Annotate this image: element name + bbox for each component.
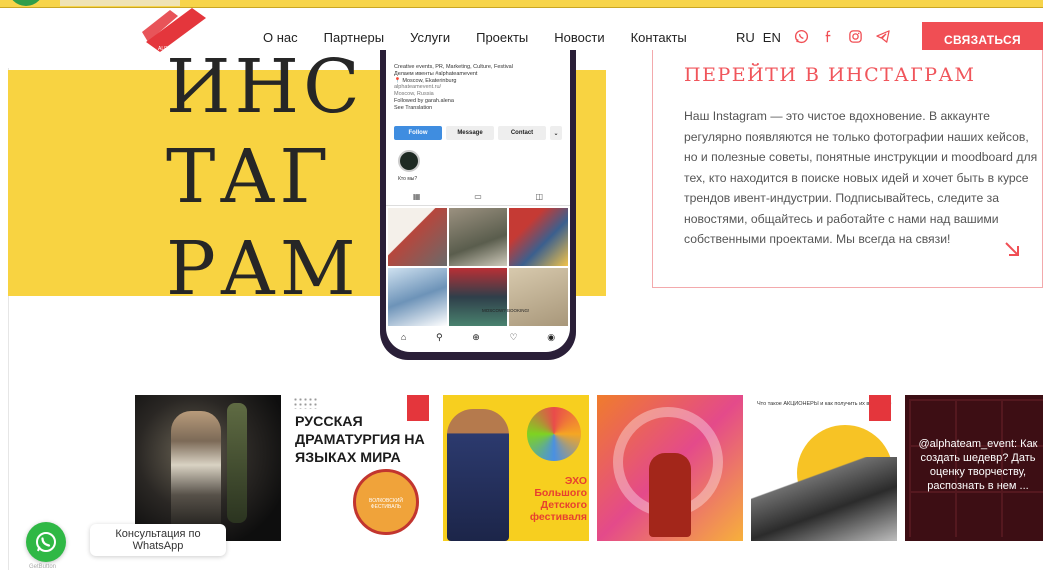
hover-caption: @alphateam_event: Как создать шедевр? Да…	[918, 438, 1038, 492]
bio-line: See Translation	[394, 104, 433, 111]
reels-tab-icon: ▭	[474, 192, 482, 201]
contact-profile-button: Contact	[498, 126, 546, 140]
gallery-tile-drama[interactable]: РУССКАЯ ДРАМАТУРГИЯ НА ЯЗЫКАХ МИРА ВОЛКО…	[289, 395, 435, 541]
gallery-tile-shareholders[interactable]: Что такое АКЦИОНЕРЫ и как получить их вн…	[751, 395, 897, 541]
phone-screen: Creative events, PR, Marketing, Culture,…	[386, 50, 570, 352]
story-highlight	[398, 150, 420, 172]
collage-image	[751, 457, 897, 541]
tile-heading: РУССКАЯ ДРАМАТУРГИЯ НА ЯЗЫКАХ МИРА	[295, 414, 425, 466]
gallery-tile-art[interactable]	[597, 395, 743, 541]
nav-projects[interactable]: Проекты	[476, 30, 528, 45]
lang-en[interactable]: EN	[763, 30, 781, 45]
nav-services[interactable]: Услуги	[410, 30, 450, 45]
host-figure	[447, 409, 509, 541]
profile-buttons: Follow Message Contact ⌄	[394, 126, 562, 140]
figure-silhouette	[649, 453, 691, 537]
bio-line: Moscow, Russia	[394, 91, 434, 98]
dropdown-button: ⌄	[550, 126, 562, 140]
social-links	[793, 28, 891, 45]
post-thumbnail	[448, 268, 508, 326]
big-word-line-3: РАМ	[166, 226, 360, 312]
tile-heading: ЭХО Большого Детского фестиваля	[529, 475, 587, 523]
story-label: Кто мы?	[398, 176, 418, 182]
festival-emblem: ВОЛКОВСКИЙ ФЕСТИВАЛЬ	[353, 469, 419, 535]
profile-tabs: ▦ ▭ ◫	[386, 192, 570, 206]
language-switcher: RU EN	[736, 30, 781, 45]
nav-news[interactable]: Новости	[554, 30, 604, 45]
post-thumbnail	[509, 268, 568, 326]
post-thumbnail	[448, 208, 508, 266]
post-thumbnail	[388, 268, 447, 326]
bio-line: Creative events, PR, Marketing, Culture,…	[394, 64, 513, 70]
big-word-line-1: ИНС	[166, 44, 364, 130]
bio-line: Followed by garah.alena	[394, 97, 454, 104]
getbutton-credit: GetButton	[29, 564, 57, 570]
festival-logo	[527, 407, 581, 461]
bio-line: alphateamevent.ru/	[394, 84, 442, 91]
whatsapp-icon	[36, 532, 56, 552]
gallery-tile-festival[interactable]: ЭХО Большого Детского фестиваля	[443, 395, 589, 541]
telegram-icon[interactable]	[874, 28, 891, 45]
post-caption: MOSCOW? BOOKING!	[482, 308, 530, 313]
plant-prop	[227, 403, 247, 523]
profile-bio: Creative events, PR, Marketing, Culture,…	[394, 64, 564, 112]
post-thumbnail	[509, 208, 568, 266]
add-icon: ⊕	[472, 331, 480, 342]
search-icon: ⚲	[435, 331, 443, 342]
phone-mockup: Creative events, PR, Marketing, Culture,…	[380, 50, 576, 360]
follow-button: Follow	[394, 126, 442, 140]
heart-icon: ♡	[509, 331, 518, 342]
tagged-tab-icon: ◫	[535, 192, 544, 201]
bio-line: 📍 Moscow, Ekaterinburg	[394, 77, 457, 84]
nav-partners[interactable]: Партнеры	[324, 30, 384, 45]
home-icon: ⌂	[400, 332, 407, 342]
nav-contacts[interactable]: Контакты	[631, 30, 687, 45]
gallery-tile-masterpiece[interactable]: @alphateam_event: Как создать шедевр? Да…	[905, 395, 1043, 541]
phone-bottom-nav: ⌂ ⚲ ⊕ ♡ ◉	[386, 326, 570, 348]
instagram-icon[interactable]	[847, 28, 864, 45]
whatsapp-chat-button[interactable]	[26, 522, 66, 562]
post-grid	[388, 208, 568, 326]
instagram-gallery: РУССКАЯ ДРАМАТУРГИЯ НА ЯЗЫКАХ МИРА ВОЛКО…	[135, 395, 1043, 541]
grid-tab-icon: ▦	[412, 192, 421, 201]
whatsapp-tooltip[interactable]: Консультация по WhatsApp	[90, 524, 226, 556]
top-banner-strip	[0, 0, 1043, 8]
big-word-line-2: ТАГ	[166, 134, 333, 220]
instagram-description: Наш Instagram — это чистое вдохновение. …	[684, 109, 1038, 246]
instagram-link-title[interactable]: ПЕРЕЙТИ В ИНСТАГРАМ	[684, 64, 975, 86]
arrow-down-right-icon[interactable]	[1003, 240, 1021, 258]
main-nav: О нас Партнеры Услуги Проекты Новости Ко…	[263, 30, 713, 45]
post-thumbnail	[388, 208, 447, 266]
profile-icon: ◉	[547, 331, 556, 342]
lang-ru[interactable]: RU	[736, 30, 755, 45]
message-button: Message	[446, 126, 494, 140]
banner-field	[60, 0, 180, 6]
green-badge	[8, 0, 44, 6]
dots-pattern	[293, 397, 319, 409]
instagram-link-card[interactable]: ПЕРЕЙТИ В ИНСТАГРАМ Наш Instagram — это …	[652, 50, 1043, 288]
gallery-tile-theatre[interactable]	[135, 395, 281, 541]
facebook-icon[interactable]	[820, 28, 837, 45]
bio-line: Делаем ивенты #alphateamevent	[394, 70, 478, 77]
nav-about[interactable]: О нас	[263, 30, 298, 45]
actor-figure	[171, 411, 221, 531]
brand-badge	[869, 395, 891, 421]
whatsapp-icon[interactable]	[793, 28, 810, 45]
